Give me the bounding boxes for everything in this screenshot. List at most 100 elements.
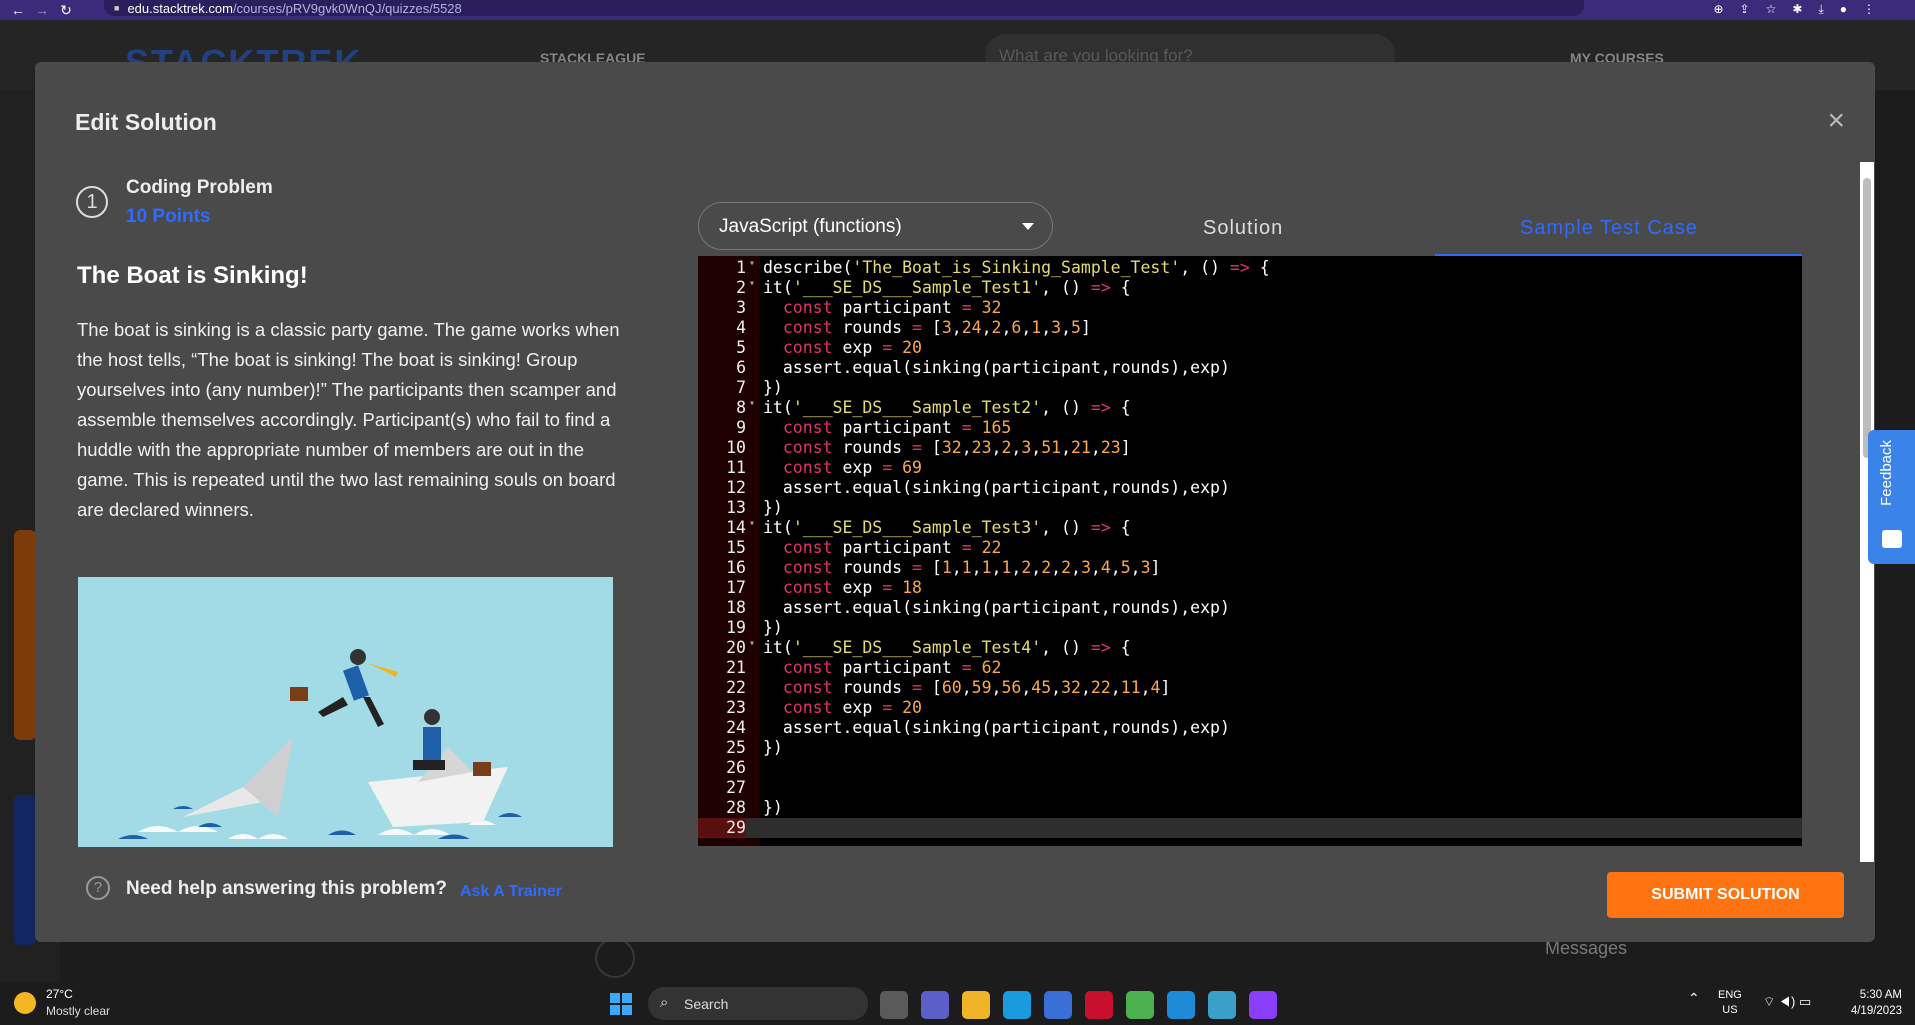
code-line[interactable]: 10 const rounds = [32,23,2,3,51,21,23]: [698, 438, 1802, 458]
line-number: 12: [726, 478, 746, 497]
chrome-icon[interactable]: [1126, 991, 1154, 1019]
code-line[interactable]: 26: [698, 758, 1802, 778]
problem-type: Coding Problem: [126, 177, 273, 198]
messenger-icon[interactable]: [1249, 991, 1277, 1019]
code-line[interactable]: 27: [698, 778, 1802, 798]
code-text: const participant = 22: [782, 538, 1002, 557]
code-line[interactable]: 25}): [698, 738, 1802, 758]
line-number: 11: [726, 458, 746, 477]
code-line[interactable]: 2 ▾ it('___SE_DS___Sample_Test1', () => {: [698, 278, 1802, 298]
code-line[interactable]: 12 assert.equal(sinking(participant,roun…: [698, 478, 1802, 498]
code-line[interactable]: 7}): [698, 378, 1802, 398]
app-red-icon[interactable]: [1085, 991, 1113, 1019]
share-icon[interactable]: ⇪: [1740, 2, 1750, 17]
problem-points: 10 Points: [126, 206, 211, 227]
weather-moon-icon[interactable]: [14, 992, 36, 1014]
weather-temperature[interactable]: 27°C: [46, 987, 73, 1001]
close-button[interactable]: ×: [1827, 104, 1845, 138]
submit-solution-button[interactable]: SUBMIT SOLUTION: [1607, 872, 1844, 918]
line-number: 24: [726, 718, 746, 737]
code-line[interactable]: 16 const rounds = [1,1,1,1,2,2,2,3,4,5,3…: [698, 558, 1802, 578]
language-dropdown[interactable]: JavaScript (functions): [698, 202, 1053, 250]
language-selected: JavaScript (functions): [719, 216, 902, 237]
address-bar[interactable]: ■ edu.stacktrek.com/courses/pRV9gvk0WnQJ…: [104, 0, 1584, 16]
feedback-button[interactable]: Feedback: [1868, 430, 1915, 564]
tab-solution[interactable]: Solution: [1203, 217, 1283, 240]
extensions-icon[interactable]: ✱: [1792, 2, 1802, 17]
code-line[interactable]: 23 const exp = 20: [698, 698, 1802, 718]
teams-icon[interactable]: [921, 991, 949, 1019]
code-line[interactable]: 21 const participant = 62: [698, 658, 1802, 678]
code-line[interactable]: 1 ▾ describe('The_Boat_is_Sinking_Sample_T…: [698, 258, 1802, 278]
code-line[interactable]: 11 const exp = 69: [698, 458, 1802, 478]
input-language[interactable]: ENG US: [1718, 988, 1742, 1018]
file-explorer-icon[interactable]: [962, 991, 990, 1019]
back-icon[interactable]: ←: [6, 2, 30, 18]
code-line[interactable]: 28}): [698, 798, 1802, 818]
tab-sample-test-case[interactable]: Sample Test Case: [1520, 217, 1698, 240]
fold-arrow-icon[interactable]: ▾: [749, 518, 755, 529]
code-line[interactable]: 8 ▾ it('___SE_DS___Sample_Test2', () => {: [698, 398, 1802, 418]
windows-start-icon[interactable]: [610, 993, 632, 1015]
reload-icon[interactable]: ↻: [54, 2, 78, 19]
code-text: it('___SE_DS___Sample_Test3', () => {: [763, 518, 1131, 537]
code-editor[interactable]: 1 ▾ describe('The_Boat_is_Sinking_Sample_T…: [698, 256, 1802, 846]
code-text: it('___SE_DS___Sample_Test4', () => {: [763, 638, 1131, 657]
code-line[interactable]: 18 assert.equal(sinking(participant,roun…: [698, 598, 1802, 618]
code-line[interactable]: 3 const participant = 32: [698, 298, 1802, 318]
code-line[interactable]: 15 const participant = 22: [698, 538, 1802, 558]
code-line[interactable]: 20 ▾ it('___SE_DS___Sample_Test4', () => {: [698, 638, 1802, 658]
code-text: }): [763, 798, 783, 817]
clock[interactable]: 5:30 AM 4/19/2023: [1842, 987, 1902, 1019]
app-teal-icon[interactable]: [1208, 991, 1236, 1019]
taskbar-search[interactable]: ⌕ Search: [648, 987, 868, 1020]
zoom-icon[interactable]: ⊕: [1713, 2, 1723, 17]
problem-number-badge: 1: [76, 186, 108, 218]
code-line[interactable]: 22 const rounds = [60,59,56,45,32,22,11,…: [698, 678, 1802, 698]
code-line[interactable]: 4 const rounds = [3,24,2,6,1,3,5]: [698, 318, 1802, 338]
line-number: 13: [726, 498, 746, 517]
code-line[interactable]: 5 const exp = 20: [698, 338, 1802, 358]
tray-chevron-icon[interactable]: ⌃: [1688, 990, 1700, 1007]
code-line[interactable]: 17 const exp = 18: [698, 578, 1802, 598]
fold-arrow-icon[interactable]: ▾: [749, 258, 755, 269]
line-number: 26: [726, 758, 746, 777]
code-text: }): [763, 378, 783, 397]
code-text: }): [763, 498, 783, 517]
task-view-icon[interactable]: [880, 991, 908, 1019]
forward-icon[interactable]: →: [30, 2, 54, 18]
code-text: const exp = 69: [782, 458, 922, 477]
code-line[interactable]: 19}): [698, 618, 1802, 638]
profile-avatar-icon[interactable]: ●: [1840, 2, 1847, 17]
store-icon[interactable]: [1044, 991, 1072, 1019]
weather-description[interactable]: Mostly clear: [46, 1004, 110, 1018]
code-text: const rounds = [60,59,56,45,32,22,11,4]: [782, 678, 1171, 697]
fold-arrow-icon[interactable]: ▾: [749, 278, 755, 289]
wifi-volume-battery-icons[interactable]: ⌔ ◀) ▭: [1763, 994, 1811, 1010]
ask-trainer-link[interactable]: Ask A Trainer: [460, 883, 562, 901]
code-line[interactable]: 13}): [698, 498, 1802, 518]
modal-title: Edit Solution: [75, 109, 217, 135]
edge-icon[interactable]: [1003, 991, 1031, 1019]
code-line[interactable]: 9 const participant = 165: [698, 418, 1802, 438]
code-text: const participant = 32: [782, 298, 1002, 317]
scrollbar-thumb[interactable]: [1863, 178, 1871, 458]
code-line[interactable]: 6 assert.equal(sinking(participant,round…: [698, 358, 1802, 378]
help-icon: ?: [86, 876, 110, 900]
problem-description: The boat is sinking is a classic party g…: [77, 319, 620, 520]
code-line[interactable]: 24 assert.equal(sinking(participant,roun…: [698, 718, 1802, 738]
bookmark-star-icon[interactable]: ☆: [1766, 2, 1777, 17]
code-text: }): [763, 738, 783, 757]
input-language-primary: ENG: [1718, 989, 1742, 1001]
code-text: }): [763, 618, 783, 637]
download-icon[interactable]: ⤓: [1818, 2, 1823, 17]
code-line[interactable]: 29: [698, 818, 1802, 838]
fold-arrow-icon[interactable]: ▾: [749, 638, 755, 649]
code-line[interactable]: 14 ▾ it('___SE_DS___Sample_Test3', () => {: [698, 518, 1802, 538]
fold-arrow-icon[interactable]: ▾: [749, 398, 755, 409]
line-number: 17: [726, 578, 746, 597]
menu-icon[interactable]: ⋮: [1863, 2, 1875, 17]
code-text: const rounds = [32,23,2,3,51,21,23]: [782, 438, 1131, 457]
vscode-icon[interactable]: [1167, 991, 1195, 1019]
line-number: 6: [736, 358, 746, 377]
